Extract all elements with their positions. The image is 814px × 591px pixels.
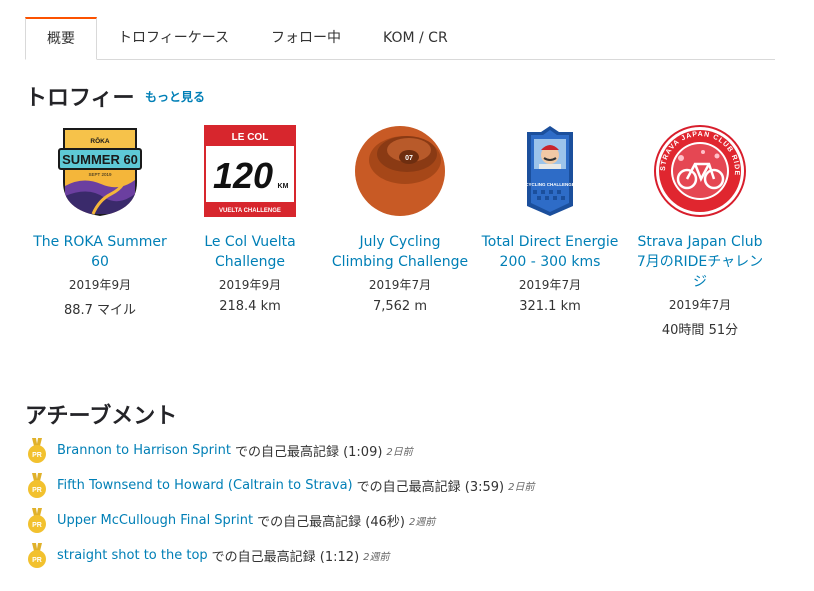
trophy-item: CYCLING CHALLENGE Total Direct Energie 2… — [475, 124, 625, 314]
trophy-date: 2019年9月 — [218, 278, 282, 292]
trophy-value: 88.7 マイル — [63, 303, 137, 318]
trophy-value: 40時間 51分 — [661, 323, 739, 338]
badge-text: SUMMER 60 — [62, 152, 138, 167]
trophy-name[interactable]: Le Col Vuelta Challenge — [175, 232, 325, 272]
medal-label: PR — [32, 487, 42, 494]
achievement-text: での自己最高記録 (46秒) — [257, 515, 405, 530]
achievement-time: 2週前 — [408, 517, 436, 528]
medal-label: PR — [32, 557, 42, 564]
trophy-name[interactable]: The ROKA Summer 60 — [25, 232, 175, 272]
achievement-item: PR Fifth Townsend to Howard (Caltrain to… — [27, 468, 787, 503]
badge-unit: KM — [278, 183, 289, 190]
trophy-item: 07 July Cycling Climbing Challenge 2019年… — [325, 124, 475, 314]
achievement-list: PR Brannon to Harrison Sprint での自己最高記録 (… — [27, 433, 787, 573]
tab-trophy-case[interactable]: トロフィーケース — [97, 17, 250, 59]
achievement-item: PR Upper McCullough Final Sprint での自己最高記… — [27, 503, 787, 538]
trophy-value: 321.1 km — [519, 299, 581, 314]
segment-link[interactable]: straight shot to the top — [57, 548, 208, 563]
badge-number: 07 — [405, 155, 413, 162]
achievement-text: での自己最高記録 (1:12) — [211, 550, 360, 565]
segment-link[interactable]: Brannon to Harrison Sprint — [57, 443, 231, 458]
medal-label: PR — [32, 522, 42, 529]
badge-sub: CYCLING CHALLENGE — [525, 182, 575, 187]
pr-medal-icon: PR — [28, 472, 46, 498]
trophy-name[interactable]: Strava Japan Club 7月のRIDEチャレンジ — [625, 232, 775, 292]
pr-medal-icon: PR — [28, 507, 46, 533]
trophy-list: SUMMER 60 RŌKA SEPT 2019 The ROKA Summer… — [25, 124, 775, 354]
badge-big-number: 120 — [213, 155, 273, 196]
trophy-date: 2019年7月 — [368, 278, 432, 292]
achievement-time: 2日前 — [508, 482, 535, 493]
tab-overview[interactable]: 概要 — [25, 17, 97, 60]
trophies-heading: トロフィー — [25, 86, 135, 111]
total-direct-energie-badge-icon[interactable]: CYCLING CHALLENGE — [503, 124, 597, 218]
roka-summer-60-badge-icon[interactable]: SUMMER 60 RŌKA SEPT 2019 — [53, 124, 147, 218]
achievement-time: 2週前 — [363, 552, 390, 563]
badge-sub: VUELTA CHALLENGE — [219, 208, 281, 214]
trophy-item: SUMMER 60 RŌKA SEPT 2019 The ROKA Summer… — [25, 124, 175, 318]
trophy-value: 7,562 m — [372, 299, 427, 314]
pr-medal-icon: PR — [28, 437, 46, 463]
july-climbing-badge-icon[interactable]: 07 — [353, 124, 447, 218]
profile-tabs: 概要 トロフィーケース フォロー中 KOM / CR — [25, 17, 775, 60]
achievement-item: PR straight shot to the top での自己最高記録 (1:… — [27, 538, 787, 573]
badge-brand: RŌKA — [90, 137, 109, 145]
trophy-date: 2019年7月 — [518, 278, 582, 292]
see-more-link[interactable]: もっと見る — [145, 88, 205, 105]
trophy-date: 2019年9月 — [68, 278, 132, 292]
achievement-text: での自己最高記録 (1:09) — [234, 445, 383, 460]
le-col-vuelta-badge-icon[interactable]: LE COL 120 KM VUELTA CHALLENGE — [203, 124, 297, 218]
tab-kom-cr[interactable]: KOM / CR — [362, 17, 469, 59]
trophy-item: LE COL 120 KM VUELTA CHALLENGE Le Col Vu… — [175, 124, 325, 314]
badge-sub: SEPT 2019 — [89, 172, 112, 177]
trophy-name[interactable]: July Cycling Climbing Challenge — [325, 232, 475, 272]
badge-brand: LE COL — [232, 132, 269, 143]
segment-link[interactable]: Fifth Townsend to Howard (Caltrain to St… — [57, 478, 353, 493]
strava-japan-club-badge-icon[interactable]: STRAVA JAPAN CLUB RIDE — [653, 124, 747, 218]
trophy-date: 2019年7月 — [668, 298, 732, 312]
pr-medal-icon: PR — [28, 542, 46, 568]
achievement-time: 2日前 — [386, 447, 413, 458]
achievement-text: での自己最高記録 (3:59) — [356, 480, 505, 495]
achievements-heading: アチーブメント — [25, 404, 178, 429]
trophy-item: STRAVA JAPAN CLUB RIDE Strava Japan Club… — [625, 124, 775, 338]
tab-following[interactable]: フォロー中 — [250, 17, 362, 59]
trophy-name[interactable]: Total Direct Energie 200 - 300 kms — [475, 232, 625, 272]
achievement-item: PR Brannon to Harrison Sprint での自己最高記録 (… — [27, 433, 787, 468]
segment-link[interactable]: Upper McCullough Final Sprint — [57, 513, 253, 528]
trophy-value: 218.4 km — [219, 299, 281, 314]
medal-label: PR — [32, 452, 42, 459]
